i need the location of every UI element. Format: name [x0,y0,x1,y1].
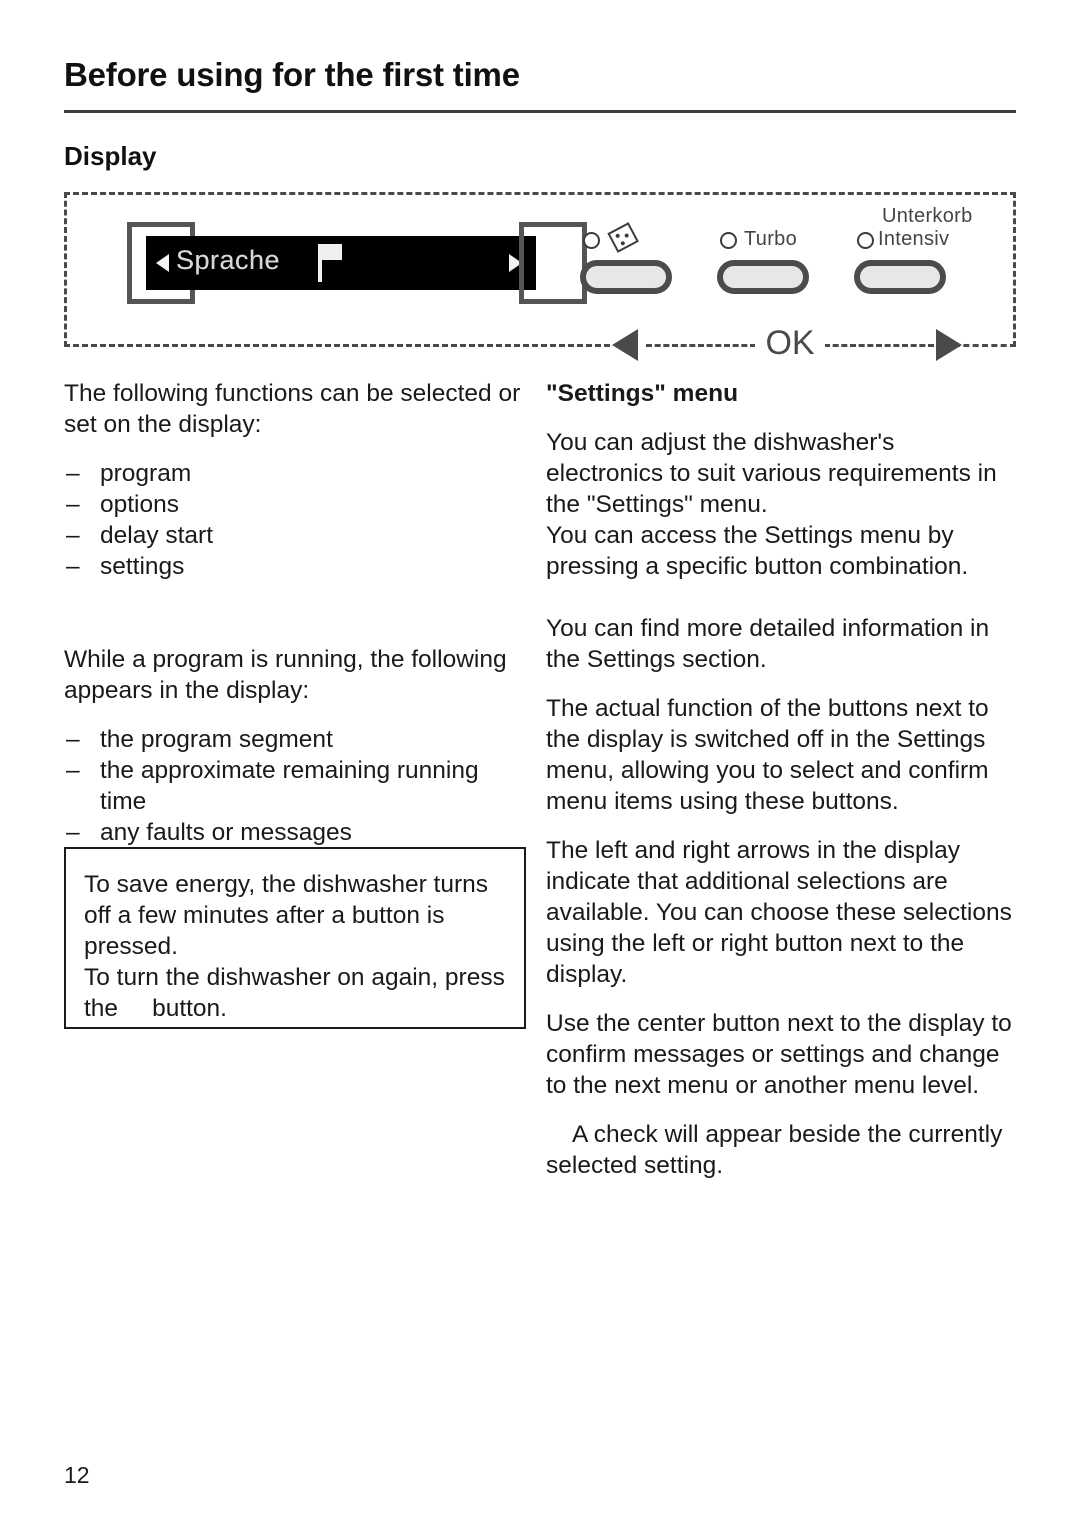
note-paragraph-1: To save energy, the dishwasher turns off… [84,871,489,960]
panel-dashed-border-bottom-left [64,344,610,347]
list-item: – the program segment [64,724,526,755]
list-dash: – [66,553,80,580]
indicator-led-2 [720,232,737,249]
list-dash: – [66,819,80,846]
list-item-label: any faults or messages [100,819,352,846]
left-column: The following functions can be selected … [64,378,526,848]
list-dash: – [66,726,80,753]
arrow-right-marker [936,329,962,361]
arrow-left-marker [612,329,638,361]
note-text-before-button: To turn the dishwasher on again, press t… [84,964,505,1022]
lcd-display: Sprache [146,236,536,290]
settings-paragraph-4: The actual function of the buttons next … [546,695,989,815]
list-item: – program [64,458,526,489]
option-button-2[interactable] [717,260,809,294]
running-items-list: – the program segment – the approximate re… [64,724,526,848]
option-button-3[interactable] [854,260,946,294]
settings-paragraph-5: The left and right arrows in the display… [546,837,1012,988]
list-item: – any faults or messages [64,817,526,848]
lcd-display-text: Sprache [176,245,281,275]
option-button-3-label-line2: Intensiv [878,228,950,250]
page-number: 12 [64,1462,90,1488]
flag-icon [318,244,344,282]
list-item: – settings [64,551,526,582]
list-item-label: the approximate remaining running time [100,757,479,815]
list-item-label: options [100,491,180,518]
list-dash: – [66,491,80,518]
panel-dashed-border-segment-b [824,344,934,347]
list-item-label: delay start [100,522,214,549]
settings-paragraph-1: You can adjust the dishwasher's electron… [546,429,997,518]
chapter-title: Before using for the first time [64,56,520,93]
energy-saving-note-box: To save energy, the dishwasher turns off… [64,847,526,1029]
list-dash: – [66,460,80,487]
panel-dashed-border-bottom-right [954,344,1016,347]
functions-list: – program – options – delay start – settings [64,458,526,582]
settings-paragraph-6: Use the center button next to the displa… [546,1010,1012,1099]
list-dash: – [66,522,80,549]
note-text-after-button: button. [152,995,227,1022]
section-title: Display [64,141,157,171]
settings-paragraph-7: A check will appear beside the currently… [546,1121,1003,1179]
settings-paragraph-2: You can access the Settings menu by pres… [546,522,969,580]
list-item: – the approximate remaining running time [64,755,526,817]
header-divider [64,110,1016,113]
indicator-led-3 [857,232,874,249]
list-item-label: settings [100,553,185,580]
document-page: Before using for the first time Display … [0,0,1080,1529]
settings-paragraph-3: You can find more detailed information i… [546,615,990,673]
note-paragraph-2: To turn the dishwasher on again, press t… [84,962,506,1024]
list-item: – delay start [64,520,526,551]
running-intro-paragraph: While a program is running, the followin… [64,646,507,704]
list-item: – options [64,489,526,520]
list-item-label: program [100,460,192,487]
intro-paragraph: The following functions can be selected … [64,380,521,438]
ok-marker: OK [755,320,825,366]
panel-dashed-border-segment-a [646,344,756,347]
option-button-2-label: Turbo [744,228,798,250]
option-button-1[interactable] [580,260,672,294]
list-item-label: the program segment [100,726,333,753]
option-button-3-label-line1: Unterkorb [882,205,973,227]
right-column: "Settings" menu You can adjust the dishw… [546,378,1016,1181]
list-dash: – [66,757,80,784]
right-select-button[interactable] [519,222,587,304]
control-panel-figure: Sprache Turbo Unterkorb Intensiv OK [64,192,1016,366]
indicator-led-1 [583,232,600,249]
settings-menu-heading: "Settings" menu [546,380,739,407]
triangle-left-icon [156,254,169,272]
